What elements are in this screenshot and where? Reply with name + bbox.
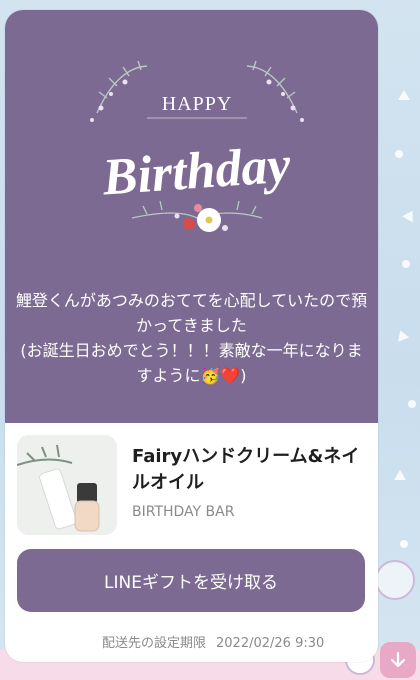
decor-dot: [395, 150, 403, 158]
decor-triangle: [398, 90, 410, 100]
happy-text: HAPPY: [162, 93, 233, 115]
decor-dot: [402, 260, 410, 268]
deadline-datetime: 2022/02/26 9:30: [216, 636, 325, 651]
decor-dot: [408, 400, 416, 408]
deadline-label: 配送先の設定期限: [102, 636, 207, 651]
birthday-banner: HAPPY Birthday: [90, 60, 304, 232]
arrow-down-icon: [390, 651, 406, 668]
scroll-down-button[interactable]: [380, 642, 416, 678]
decor-dot: [400, 540, 408, 548]
product-thumbnail[interactable]: [17, 435, 117, 535]
product-store: BIRTHDAY BAR: [132, 504, 235, 520]
decor-triangle: [394, 470, 406, 480]
receive-gift-button[interactable]: LINEギフトを受け取る: [17, 549, 365, 612]
product-title[interactable]: Fairyハンドクリーム&ネイルオイル: [132, 444, 372, 496]
red-flower-icon: [183, 218, 195, 230]
birthday-text: Birthday: [100, 136, 293, 206]
shipping-deadline: 配送先の設定期限 2022/02/26 9:30: [102, 632, 372, 651]
card-header: HAPPY Birthday 鯉登くんがあつみのおててを心配していたので預かって…: [5, 10, 378, 423]
gift-message-text: 鯉登くんがあつみのおててを心配していたので預かってきました (お誕生日おめでとう…: [15, 291, 368, 385]
gift-message-card: HAPPY Birthday 鯉登くんがあつみのおててを心配していたので預かって…: [5, 10, 378, 662]
mascot-sticker: [375, 560, 415, 600]
decor-triangle: [394, 328, 410, 342]
decor-triangle: [402, 207, 418, 223]
